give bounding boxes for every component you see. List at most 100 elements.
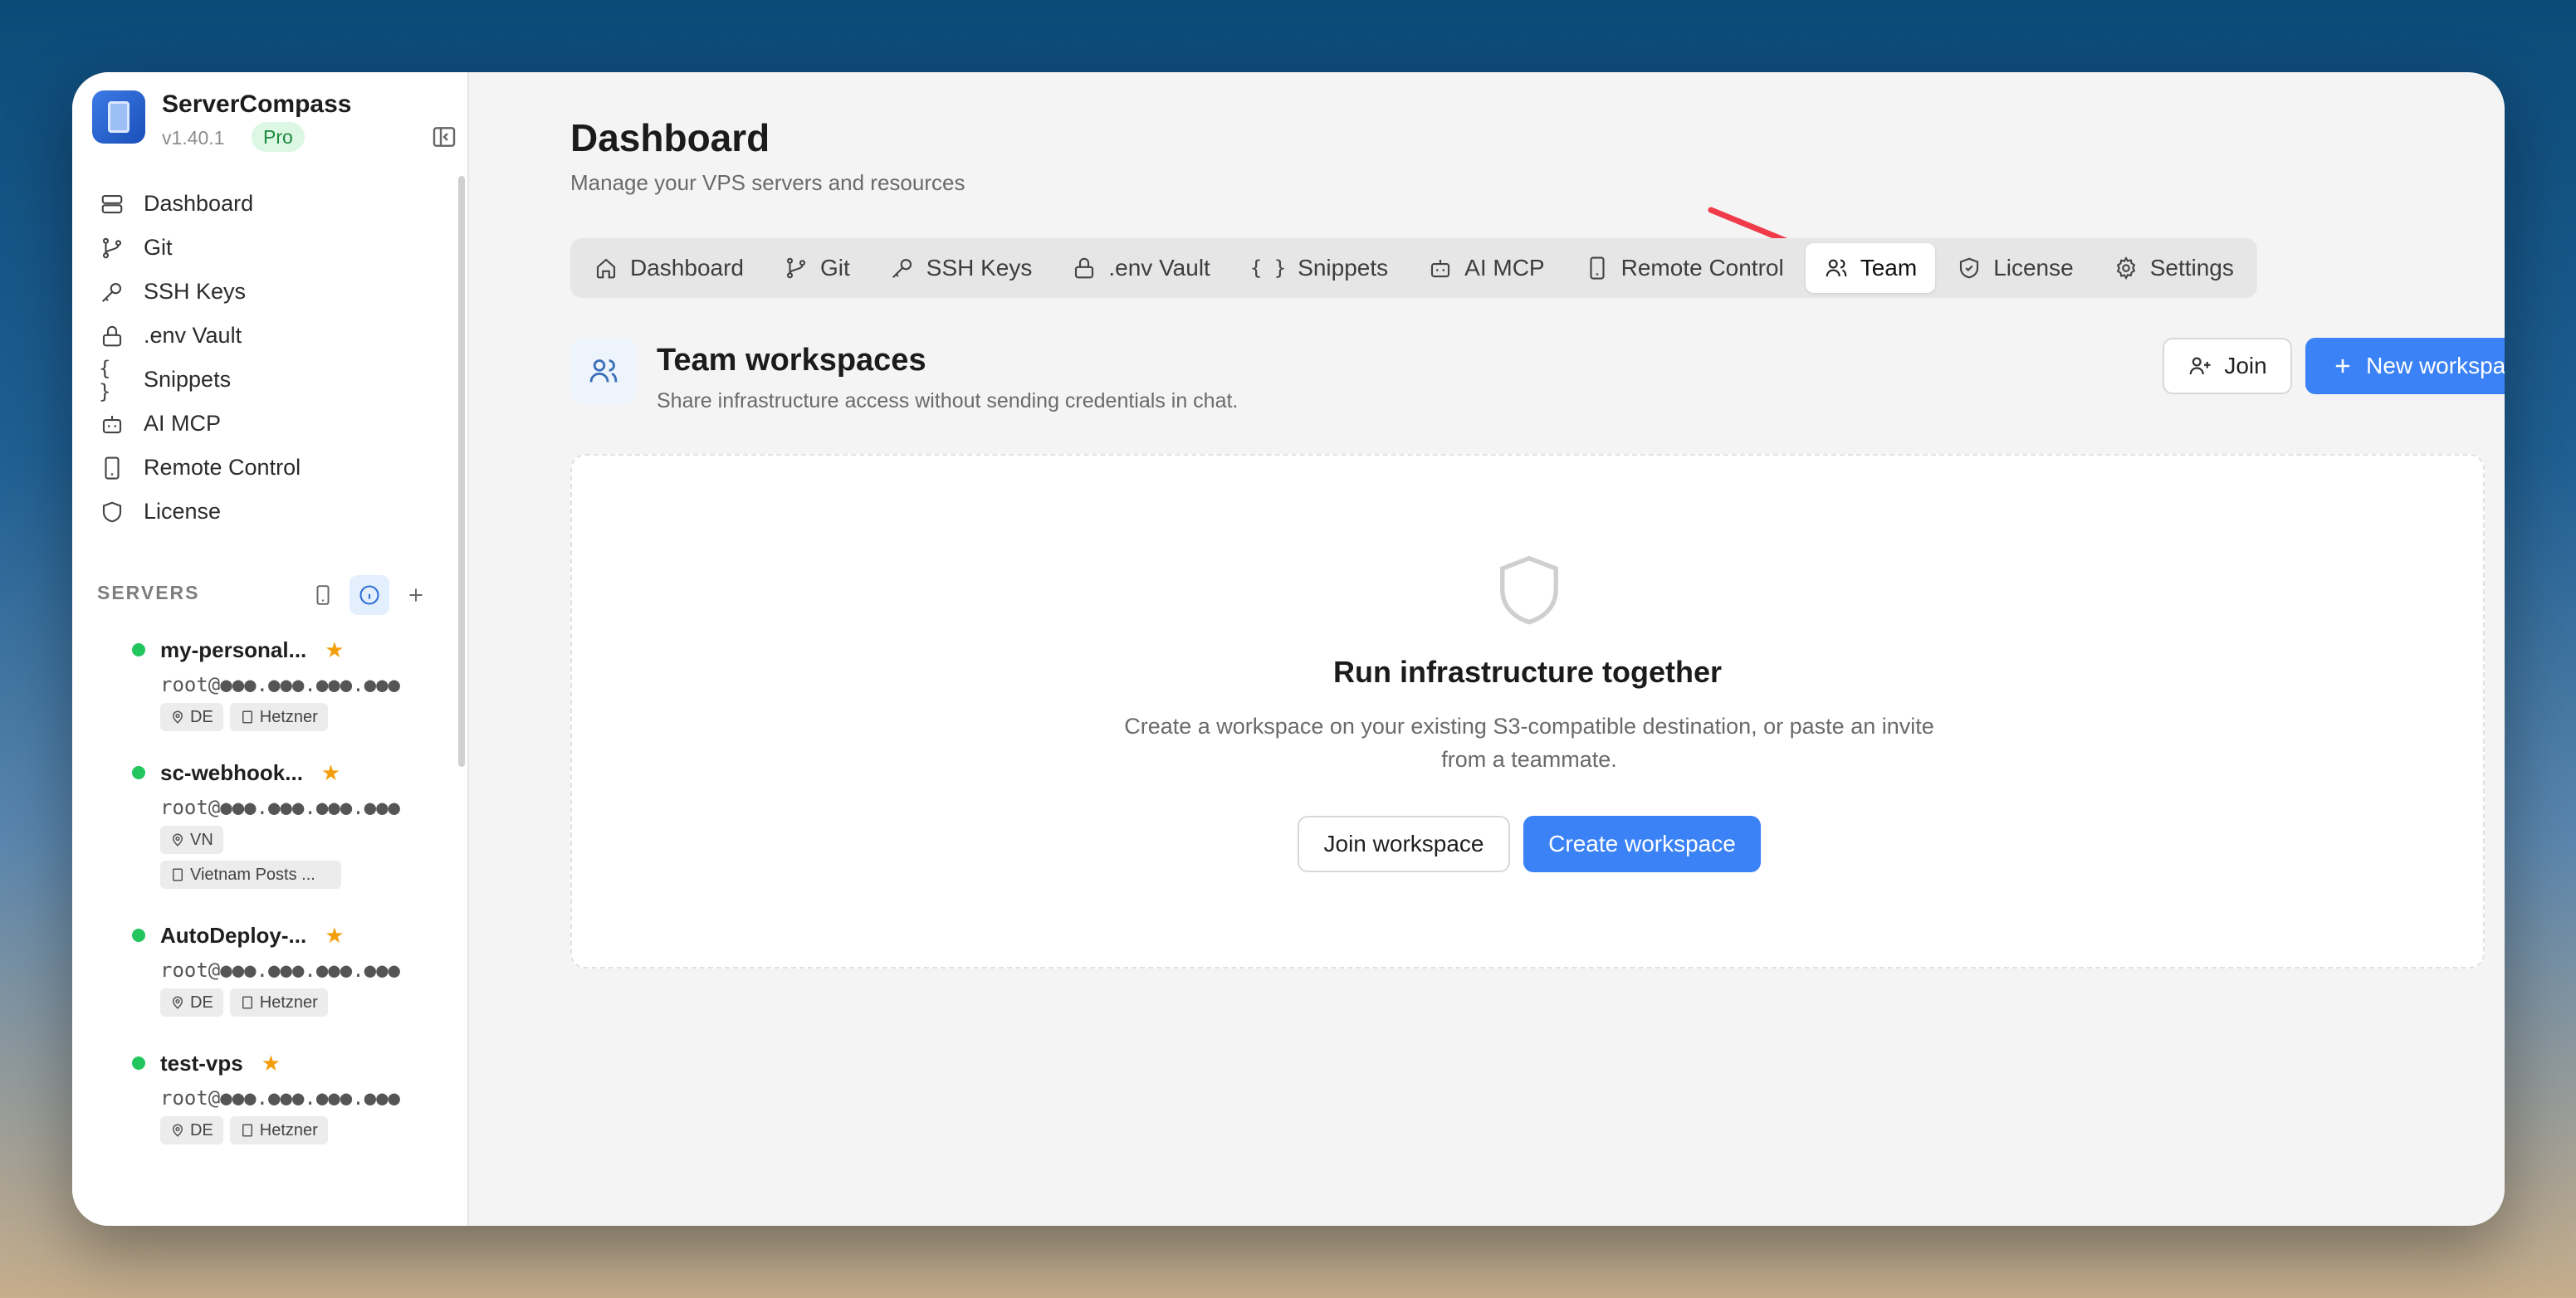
sidebar-item-snippets[interactable]: { } Snippets: [92, 357, 449, 403]
sidebar-item-license[interactable]: License: [92, 490, 449, 534]
add-server-icon[interactable]: [396, 575, 436, 615]
building-icon: [242, 996, 252, 1009]
online-status-dot: [132, 929, 145, 942]
page-title: Dashboard: [570, 116, 770, 159]
key-icon: [99, 279, 125, 305]
app-window: ServerCompass v1.40.1 Pro Dashboard Git …: [72, 72, 2505, 1226]
join-button[interactable]: Join: [2163, 338, 2292, 394]
tab-bar: Dashboard Git SSH Keys .env Vault { } Sn…: [570, 238, 2257, 298]
app-name: ServerCompass: [162, 90, 352, 118]
server-item[interactable]: test-vps ★ root@●●●.●●●.●●●.●●● DE Hetzn…: [132, 1047, 456, 1144]
sidebar-item-ssh-keys[interactable]: SSH Keys: [92, 270, 449, 314]
sidebar-item-label: Snippets: [144, 367, 232, 392]
server-name: test-vps: [160, 1050, 243, 1076]
bot-icon: [1431, 260, 1450, 278]
map-pin-icon: [172, 710, 183, 724]
empty-state-title: Run infrastructure together: [1332, 655, 1723, 689]
bot-icon: [99, 411, 125, 437]
tab-ssh-keys[interactable]: SSH Keys: [872, 243, 1051, 293]
provider-tag: Hetzner: [229, 1116, 328, 1144]
smartphone-icon: [1590, 256, 1605, 280]
tab-license[interactable]: License: [1938, 243, 2092, 293]
server-list: my-personal... ★ root@●●●.●●●.●●●.●●● DE…: [132, 633, 456, 1166]
page-subtitle: Manage your VPS servers and resources: [570, 170, 965, 195]
tab-remote-control[interactable]: Remote Control: [1567, 243, 1802, 293]
online-status-dot: [132, 766, 145, 779]
sidebar-item-label: AI MCP: [144, 411, 222, 436]
sidebar-scrollbar[interactable]: [458, 176, 465, 767]
sidebar-item-label: Dashboard: [144, 191, 254, 216]
server-name: sc-webhook...: [160, 759, 303, 785]
sidebar-item-label: Remote Control: [144, 455, 301, 480]
star-icon[interactable]: ★: [262, 1051, 281, 1076]
tab-settings[interactable]: Settings: [2095, 243, 2252, 293]
sidebar-item-label: Git: [144, 235, 173, 260]
map-pin-icon: [172, 833, 183, 847]
braces-icon: { }: [1249, 256, 1287, 280]
tab-dashboard[interactable]: Dashboard: [575, 243, 762, 293]
sidebar: ServerCompass v1.40.1 Pro Dashboard Git …: [72, 72, 469, 1226]
location-tag: DE: [160, 988, 223, 1017]
lock-icon: [99, 323, 125, 349]
server-name: my-personal...: [160, 637, 307, 662]
servers-header: SERVERS: [97, 568, 454, 615]
info-icon[interactable]: [349, 575, 389, 615]
server-ip: root@●●●.●●●.●●●.●●●: [160, 796, 400, 819]
plan-badge: Pro: [252, 122, 305, 152]
provider-tag: Vietnam Posts ...: [160, 861, 341, 889]
gear-icon: [2116, 256, 2135, 281]
main-content: Dashboard Manage your VPS servers and re…: [469, 72, 2505, 1226]
server-item[interactable]: my-personal... ★ root@●●●.●●●.●●●.●●● DE…: [132, 633, 456, 731]
tab-team[interactable]: Team: [1805, 243, 1936, 293]
star-icon[interactable]: ★: [325, 637, 344, 663]
provider-tag: Hetzner: [229, 988, 328, 1017]
online-status-dot: [132, 1056, 145, 1070]
git-branch-icon: [786, 257, 806, 279]
app-logo-icon: [92, 90, 145, 144]
sidebar-item-remote-control[interactable]: Remote Control: [92, 446, 449, 490]
provider-tag: Hetzner: [229, 703, 328, 731]
empty-state-card: Run infrastructure together Create a wor…: [570, 454, 2485, 969]
user-plus-icon: [2189, 357, 2211, 375]
server-name: AutoDeploy-...: [160, 922, 307, 948]
home-icon: [596, 258, 616, 279]
star-icon[interactable]: ★: [325, 923, 344, 949]
server-ip: root@●●●.●●●.●●●.●●●: [160, 1086, 400, 1110]
sidebar-item-label: SSH Keys: [144, 279, 247, 304]
tab-git[interactable]: Git: [765, 243, 868, 293]
tab-snippets[interactable]: { } Snippets: [1232, 243, 1406, 293]
server-item[interactable]: sc-webhook... ★ root@●●●.●●●.●●●.●●● VN …: [132, 756, 456, 889]
sidebar-nav: Dashboard Git SSH Keys .env Vault { } Sn…: [92, 182, 449, 534]
star-icon[interactable]: ★: [321, 760, 340, 786]
team-users-icon: [570, 338, 637, 404]
shield-icon: [99, 499, 125, 525]
shield-check-icon: [1960, 257, 1979, 279]
location-tag: DE: [160, 703, 223, 731]
sidebar-item-dashboard[interactable]: Dashboard: [92, 182, 449, 226]
smartphone-icon: [99, 455, 125, 481]
key-icon: [892, 258, 912, 279]
users-icon: [1826, 259, 1847, 277]
sidebar-item-git[interactable]: Git: [92, 226, 449, 270]
empty-state-description: Create a workspace on your existing S3-c…: [1124, 714, 1934, 772]
join-workspace-button[interactable]: Join workspace: [1298, 816, 1510, 872]
app-version: v1.40.1: [162, 127, 225, 149]
sidebar-item-ai-mcp[interactable]: AI MCP: [92, 402, 449, 446]
sidebar-item-label: License: [144, 499, 222, 524]
server-ip: root@●●●.●●●.●●●.●●●: [160, 959, 400, 982]
lock-icon: [1075, 257, 1094, 279]
git-branch-icon: [99, 235, 125, 261]
sidebar-item-env-vault[interactable]: .env Vault: [92, 314, 449, 358]
create-workspace-button[interactable]: Create workspace: [1523, 816, 1761, 872]
remote-smartphone-icon[interactable]: [303, 575, 343, 615]
map-pin-icon: [172, 1124, 183, 1137]
location-tag: DE: [160, 1116, 223, 1144]
tab-env-vault[interactable]: .env Vault: [1053, 243, 1228, 293]
sidebar-item-label: .env Vault: [144, 323, 242, 348]
server-item[interactable]: AutoDeploy-... ★ root@●●●.●●●.●●●.●●● DE…: [132, 919, 456, 1017]
new-workspace-button[interactable]: New workspace: [2305, 338, 2505, 394]
sidebar-collapse-icon[interactable]: [431, 124, 457, 150]
tab-ai-mcp[interactable]: AI MCP: [1410, 243, 1562, 293]
servers-label: SERVERS: [97, 582, 200, 603]
server-stack-icon: [99, 191, 125, 217]
